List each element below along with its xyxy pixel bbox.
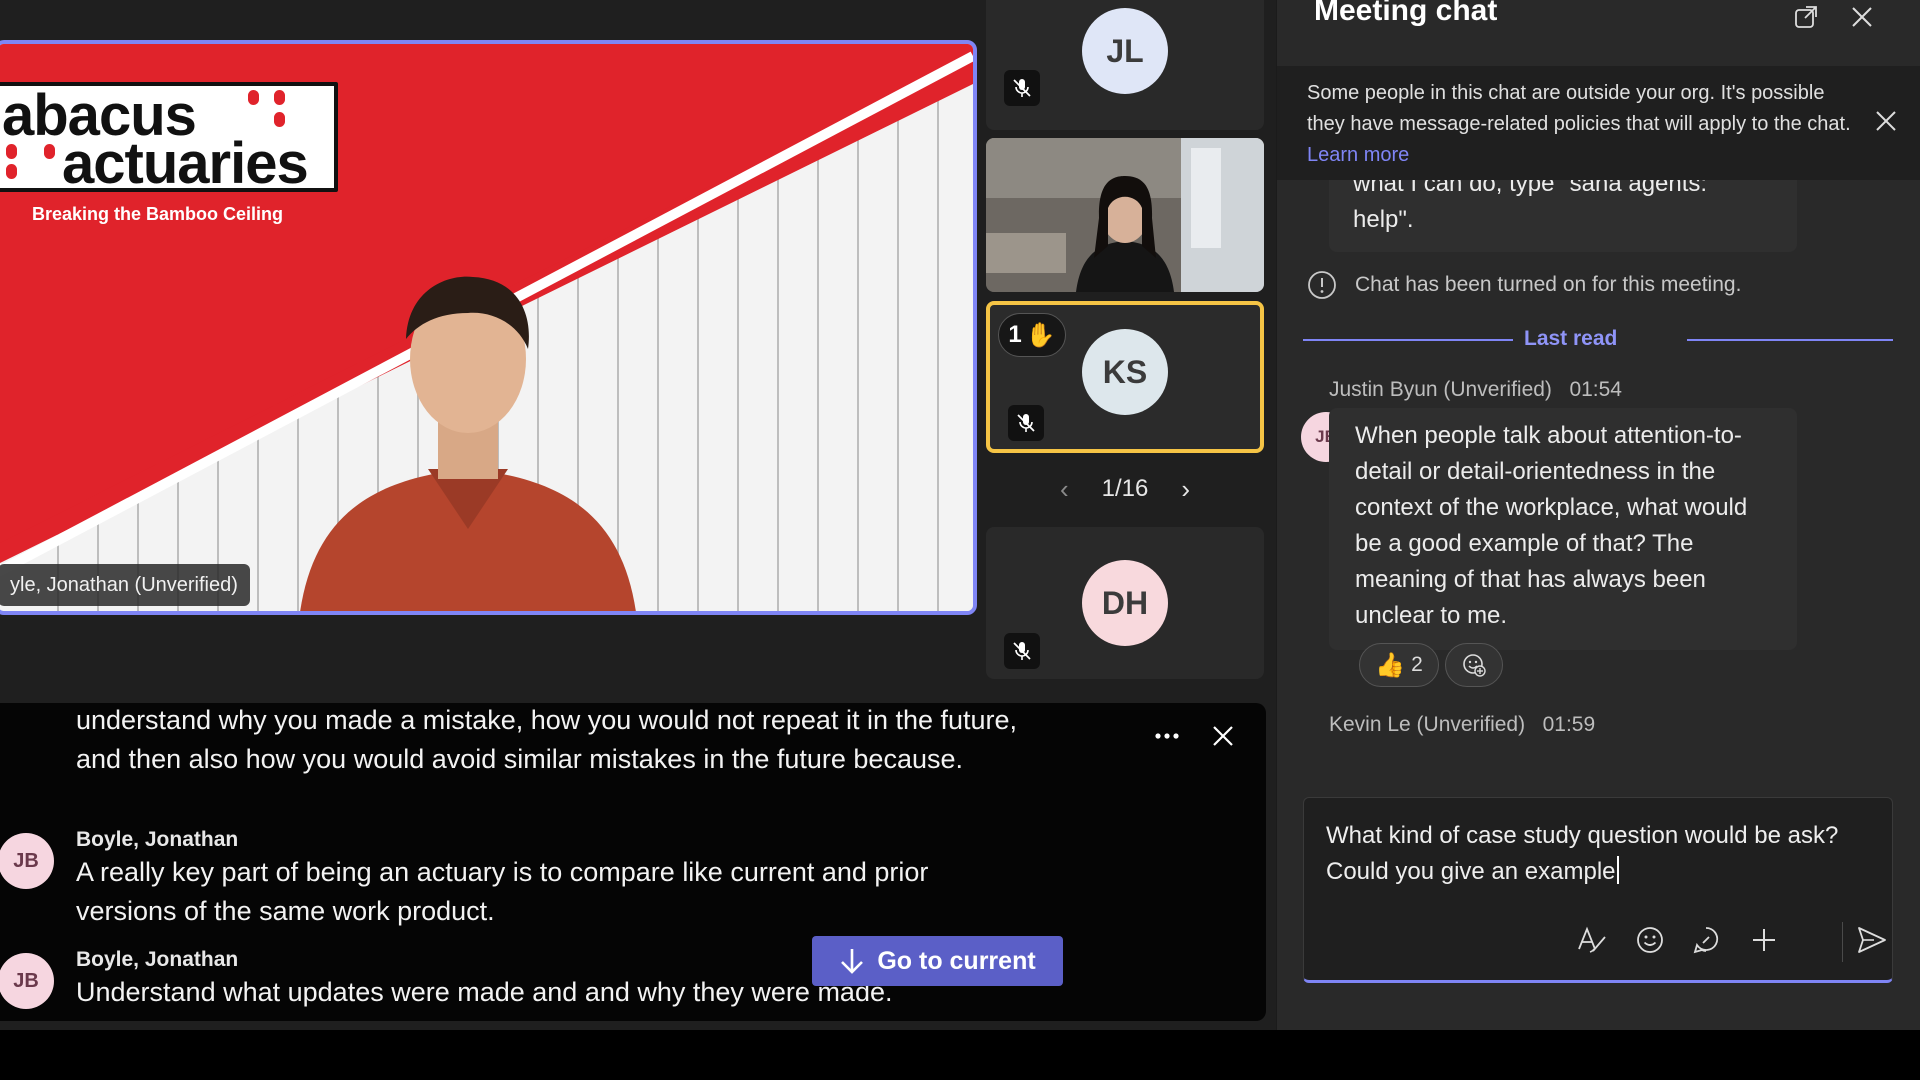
banner-message: Some people in this chat are outside you… (1307, 82, 1851, 135)
participant-avatar: DH (1082, 560, 1168, 646)
chevron-right-icon[interactable]: › (1181, 474, 1190, 505)
message-meta: Justin Byun (Unverified) 01:54 (1329, 378, 1622, 402)
more-options-icon[interactable] (1150, 719, 1184, 753)
pager-label: 1/16 (1101, 475, 1149, 502)
presenter-name-tag: yle, Jonathan (Unverified) (0, 564, 250, 606)
learn-more-link[interactable]: Learn more (1307, 144, 1409, 166)
caption-speaker-name: Boyle, Jonathan (76, 828, 239, 851)
abacus-bead (44, 144, 55, 159)
meeting-chat-panel: Meeting chat what I can do, type "sana a… (1276, 0, 1920, 1030)
gallery-pager: ‹ 1/16 › (1060, 472, 1190, 506)
add-reaction-icon (1463, 654, 1486, 677)
external-org-banner: Some people in this chat are outside you… (1277, 66, 1920, 180)
caption-speaker-avatar: JB (0, 953, 54, 1009)
abacus-bead (274, 90, 285, 105)
caption-continuation: understand why you made a mistake, how y… (76, 705, 1018, 774)
live-captions-panel: understand why you made a mistake, how y… (0, 703, 1266, 1021)
compose-box[interactable]: What kind of case study question would b… (1303, 797, 1893, 983)
abacus-bead (274, 112, 285, 127)
add-reaction-button[interactable] (1445, 643, 1503, 687)
bottom-letterbox (0, 1030, 1920, 1080)
text-caret (1616, 856, 1619, 884)
reaction-thumbs-up[interactable]: 👍 2 (1359, 643, 1439, 687)
dismiss-banner-icon[interactable] (1871, 106, 1901, 136)
abacus-bead (248, 90, 259, 105)
participant-avatar: JL (1082, 8, 1168, 94)
close-chat-icon[interactable] (1845, 0, 1879, 34)
message-author: Justin Byun (Unverified) (1329, 378, 1552, 401)
raised-hand-badge: 1 ✋ (998, 313, 1066, 357)
format-icon[interactable] (1572, 920, 1612, 960)
last-read-label: Last read (1524, 327, 1618, 350)
emoji-icon[interactable] (1630, 920, 1670, 960)
compose-input-text: What kind of case study question would b… (1326, 822, 1839, 885)
chat-message-text: When people talk about attention-to-deta… (1355, 422, 1748, 629)
pop-out-icon[interactable] (1789, 0, 1823, 34)
last-read-divider: Last read (1303, 325, 1893, 355)
toolbar-divider (1842, 922, 1843, 962)
compose-input[interactable]: What kind of case study question would b… (1326, 818, 1866, 890)
message-time: 01:59 (1542, 713, 1596, 736)
participant-video-feed (986, 138, 1264, 292)
slide-tagline: Breaking the Bamboo Ceiling (32, 204, 284, 224)
close-captions-icon[interactable] (1206, 719, 1240, 753)
send-icon[interactable] (1852, 920, 1892, 960)
go-to-current-button[interactable]: Go to current (812, 936, 1063, 986)
raised-hand-icon: ✋ (1025, 321, 1056, 349)
arrow-down-icon (841, 949, 864, 974)
chevron-left-icon[interactable]: ‹ (1060, 474, 1069, 505)
add-attachment-icon[interactable] (1744, 920, 1784, 960)
presenter-video[interactable]: abacus actuaries Breaking the Bamboo Cei… (0, 40, 977, 615)
caption-line: A really key part of being an actuary is… (76, 857, 929, 926)
thumbs-up-icon: 👍 (1375, 651, 1406, 679)
raised-hand-count: 1 (1008, 321, 1022, 348)
speaker-figure (300, 276, 636, 611)
info-icon (1308, 271, 1336, 299)
caption-speaker-avatar: JB (0, 833, 54, 889)
system-message-text: Chat has been turned on for this meeting… (1355, 273, 1742, 296)
slide-logo: abacus actuaries (0, 82, 338, 196)
banner-text: Some people in this chat are outside you… (1307, 78, 1867, 171)
meeting-stage: abacus actuaries Breaking the Bamboo Cei… (0, 0, 1275, 702)
logo-text-line2: actuaries (62, 131, 309, 196)
chat-message-bubble[interactable]: When people talk about attention-to-deta… (1329, 408, 1797, 650)
teams-meeting-window: abacus actuaries Breaking the Bamboo Cei… (0, 0, 1920, 1080)
mic-off-icon (1004, 70, 1040, 106)
participant-tile-dh[interactable]: DH (986, 527, 1264, 679)
participant-tile-ks[interactable]: 1 ✋ KS (986, 301, 1264, 453)
system-message: Chat has been turned on for this meeting… (1307, 270, 1741, 300)
message-time: 01:54 (1569, 378, 1622, 401)
abacus-bead (6, 144, 17, 159)
go-to-current-label: Go to current (877, 946, 1036, 975)
chat-header: Meeting chat (1277, 0, 1920, 62)
caption-speaker-name: Boyle, Jonathan (76, 948, 239, 971)
chat-title: Meeting chat (1314, 0, 1498, 27)
loop-component-icon[interactable] (1686, 920, 1726, 960)
message-meta: Kevin Le (Unverified) 01:59 (1329, 713, 1595, 737)
participant-tile-jl[interactable]: JL (986, 0, 1264, 130)
message-author: Kevin Le (Unverified) (1329, 713, 1526, 736)
mic-off-icon (1008, 405, 1044, 441)
participant-tile-video[interactable] (986, 138, 1264, 292)
participant-avatar: KS (1082, 329, 1168, 415)
abacus-bead (6, 164, 17, 179)
reaction-count: 2 (1411, 653, 1423, 676)
mic-off-icon (1004, 633, 1040, 669)
